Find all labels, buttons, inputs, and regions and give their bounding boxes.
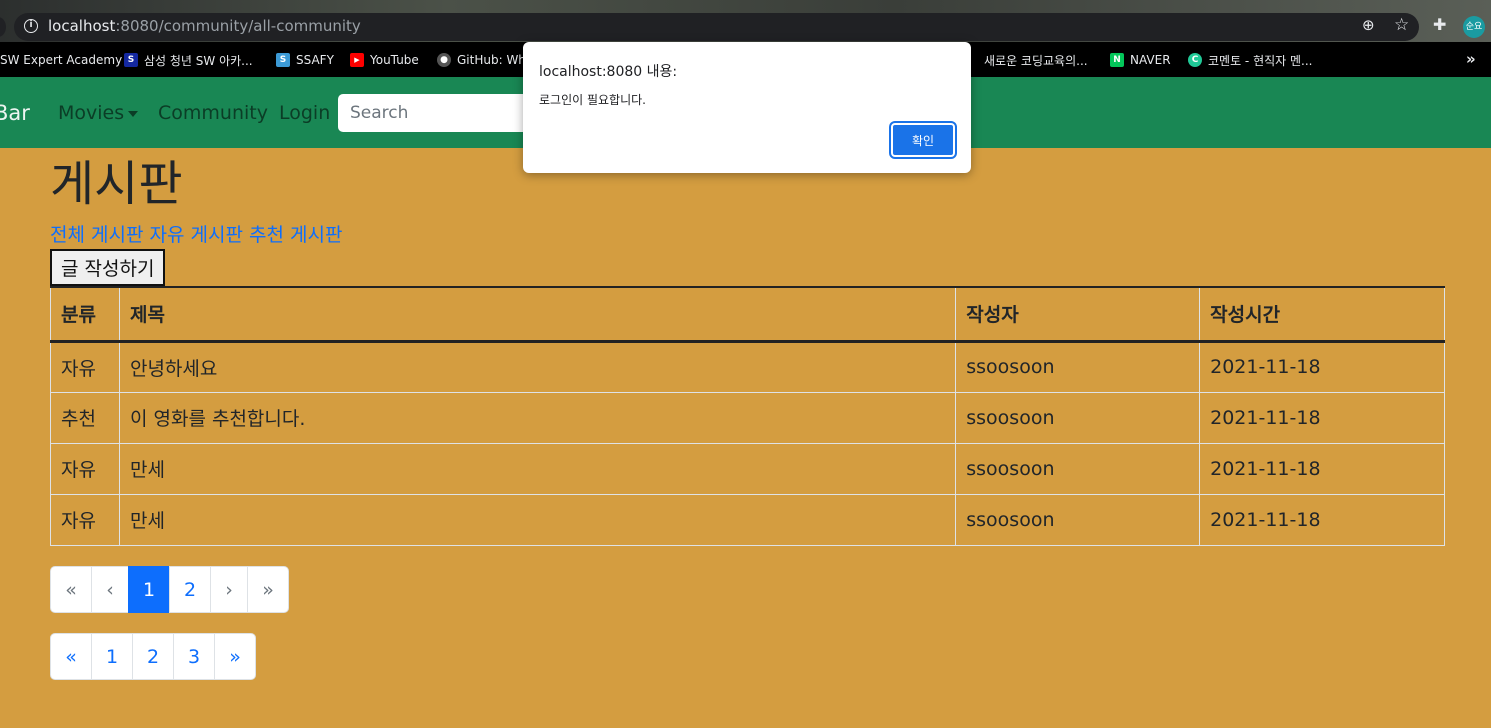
bookmark-youtube[interactable]: ▶ YouTube <box>350 51 419 69</box>
cell-date: 2021-11-18 <box>1199 392 1445 444</box>
pagination-secondary: « 1 2 3 » <box>50 633 256 680</box>
page-2-button[interactable]: 2 <box>169 566 211 613</box>
link-free-board[interactable]: 자유 게시판 <box>150 224 243 246</box>
cell-author: ssoosoon <box>955 494 1201 546</box>
page-1-button[interactable]: 1 <box>128 566 170 613</box>
bookmark-github[interactable]: ● GitHub: Wh <box>437 51 526 69</box>
page-2-button[interactable]: 2 <box>132 633 174 680</box>
bookmark-swea[interactable]: SW Expert Academy <box>0 51 122 69</box>
alert-dialog: localhost:8080 내용: 로그인이 필요합니다. 확인 <box>523 42 971 173</box>
more-bookmarks-icon[interactable]: » <box>1466 50 1476 68</box>
cell-author: ssoosoon <box>955 392 1201 444</box>
page-first-button[interactable]: « <box>50 633 92 680</box>
search-input[interactable] <box>338 94 538 132</box>
bookmark-star-icon[interactable]: ☆ <box>1394 16 1412 34</box>
header-author: 작성자 <box>955 286 1201 343</box>
link-recommend-board[interactable]: 추천 게시판 <box>249 224 342 246</box>
nav-movies-dropdown[interactable]: Movies <box>58 102 139 124</box>
cell-date: 2021-11-18 <box>1199 494 1445 546</box>
header-date: 작성시간 <box>1199 286 1445 343</box>
page-prev-button[interactable]: ‹ <box>91 566 129 613</box>
table-row[interactable]: 자유 안녕하세요 ssoosoon 2021-11-18 <box>50 341 1445 393</box>
cell-category: 추천 <box>50 392 120 444</box>
zoom-icon[interactable]: ⊕ <box>1362 17 1378 33</box>
bookmark-naver[interactable]: N NAVER <box>1110 51 1171 69</box>
bookmark-ssafy-academy[interactable]: S 삼성 청년 SW 아카... <box>124 51 253 69</box>
header-category: 분류 <box>50 286 120 343</box>
cell-category: 자유 <box>50 341 120 393</box>
table-header-row: 분류 제목 작성자 작성시간 <box>50 286 1445 343</box>
cell-author: ssoosoon <box>955 443 1201 495</box>
info-icon[interactable]: i <box>24 19 38 33</box>
link-all-board[interactable]: 전체 게시판 <box>50 224 143 246</box>
cell-title[interactable]: 안녕하세요 <box>118 341 957 393</box>
cell-title[interactable]: 만세 <box>118 494 957 546</box>
comento-icon: C <box>1188 53 1202 67</box>
page-last-button[interactable]: » <box>214 633 256 680</box>
bookmark-ssafy[interactable]: S SSAFY <box>276 51 334 69</box>
page-1-button[interactable]: 1 <box>91 633 133 680</box>
table-row[interactable]: 자유 만세 ssoosoon 2021-11-18 <box>50 443 1445 495</box>
navbar-brand[interactable]: Bar <box>0 101 30 125</box>
board-table: 분류 제목 작성자 작성시간 자유 안녕하세요 ssoosoon 2021-11… <box>50 286 1445 546</box>
github-icon: ● <box>437 53 451 67</box>
cell-title[interactable]: 이 영화를 추천합니다. <box>118 392 957 444</box>
extensions-puzzle-icon[interactable]: ✚ <box>1433 16 1451 34</box>
board-links: 전체 게시판 자유 게시판 추천 게시판 <box>50 220 342 247</box>
profile-avatar[interactable]: 순요 <box>1463 16 1485 38</box>
cell-date: 2021-11-18 <box>1199 341 1445 393</box>
chevron-down-icon <box>128 110 139 117</box>
cell-author: ssoosoon <box>955 341 1201 393</box>
header-title: 제목 <box>118 286 957 343</box>
bookmark-coding[interactable]: 새로운 코딩교육의... <box>984 51 1088 69</box>
dialog-ok-button[interactable]: 확인 <box>889 121 957 159</box>
cell-category: 자유 <box>50 494 120 546</box>
cell-date: 2021-11-18 <box>1199 443 1445 495</box>
cell-category: 자유 <box>50 443 120 495</box>
page-next-button[interactable]: › <box>210 566 248 613</box>
naver-icon: N <box>1110 53 1124 67</box>
dialog-title: localhost:8080 내용: <box>539 64 678 80</box>
table-row[interactable]: 추천 이 영화를 추천합니다. ssoosoon 2021-11-18 <box>50 392 1445 444</box>
cell-title[interactable]: 만세 <box>118 443 957 495</box>
pagination-primary: « ‹ 1 2 › » <box>50 566 289 613</box>
tab-edge <box>0 17 6 37</box>
nav-login[interactable]: Login <box>279 102 330 124</box>
ssafy-icon: S <box>276 53 290 67</box>
page-last-button[interactable]: » <box>247 566 289 613</box>
samsung-icon: S <box>124 53 138 67</box>
page-first-button[interactable]: « <box>50 566 92 613</box>
page-3-button[interactable]: 3 <box>173 633 215 680</box>
page-title: 게시판 <box>50 156 183 212</box>
youtube-icon: ▶ <box>350 53 364 67</box>
table-row[interactable]: 자유 만세 ssoosoon 2021-11-18 <box>50 494 1445 546</box>
write-post-button[interactable]: 글 작성하기 <box>50 249 166 286</box>
bookmark-comento[interactable]: C 코멘토 - 현직자 멘... <box>1188 51 1313 69</box>
dialog-message: 로그인이 필요합니다. <box>539 93 646 107</box>
url-text[interactable]: localhost:8080/community/all-community <box>48 17 361 35</box>
browser-toolbar: i localhost:8080/community/all-community… <box>0 0 1491 42</box>
nav-community[interactable]: Community <box>158 102 268 124</box>
